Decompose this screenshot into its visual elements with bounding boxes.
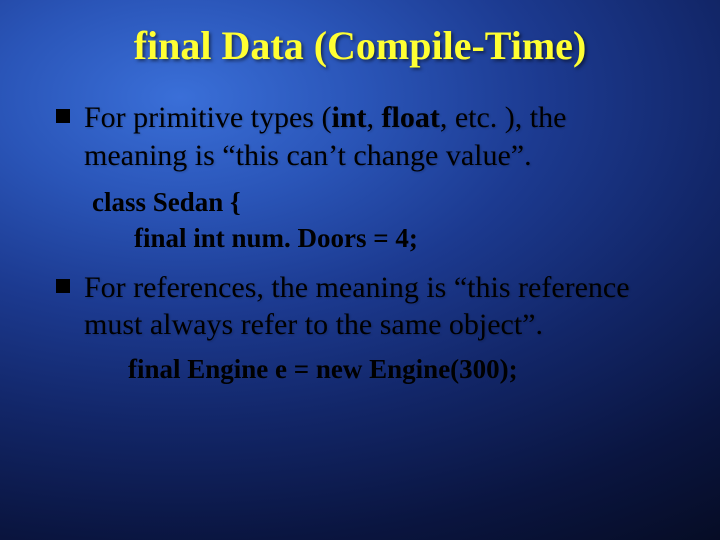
code-line: class Sedan { — [92, 184, 664, 220]
square-bullet-icon — [56, 109, 70, 123]
text-fragment: For primitive types ( — [84, 101, 331, 134]
slide-body: For primitive types (int, float, etc. ),… — [48, 99, 672, 385]
keyword-float: float — [382, 101, 440, 134]
keyword-int: int — [331, 101, 366, 134]
bullet-item: For primitive types (int, float, etc. ),… — [56, 99, 664, 174]
slide-title: final Data (Compile-Time) — [48, 22, 672, 69]
square-bullet-icon — [56, 279, 70, 293]
code-line: final int num. Doors = 4; — [92, 220, 664, 256]
text-fragment: , — [367, 101, 382, 134]
bullet-item: For references, the meaning is “this ref… — [56, 269, 664, 344]
code-block: class Sedan { final int num. Doors = 4; — [92, 184, 664, 257]
slide: final Data (Compile-Time) For primitive … — [0, 0, 720, 540]
bullet-text: For references, the meaning is “this ref… — [84, 269, 664, 344]
bullet-text: For primitive types (int, float, etc. ),… — [84, 99, 664, 174]
code-line: final Engine e = new Engine(300); — [128, 354, 664, 385]
